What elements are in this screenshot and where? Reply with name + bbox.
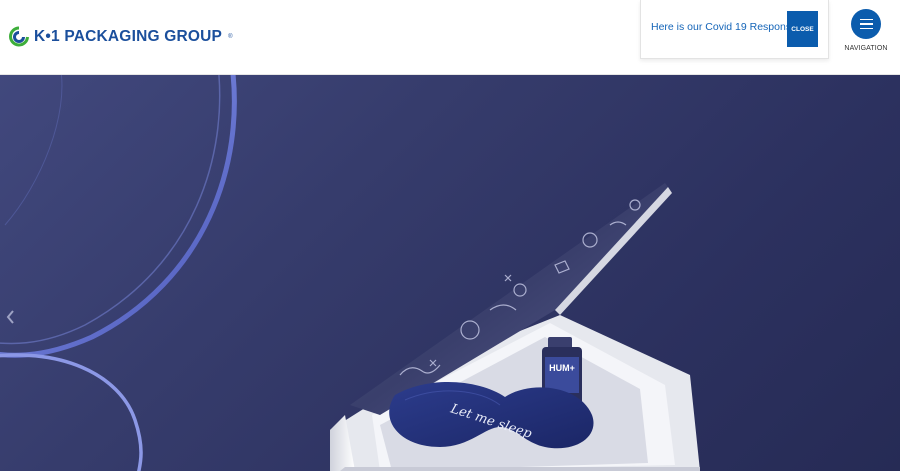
navigation-label: NAVIGATION: [844, 45, 888, 52]
hamburger-bar: [859, 27, 873, 30]
covid-notice-banner: Here is our Covid 19 Response CLOSE: [640, 0, 829, 59]
navigation-toggle[interactable]: NAVIGATION: [840, 9, 892, 65]
logo-mark-icon: [9, 26, 29, 47]
bottle-label: HUM+: [549, 363, 575, 373]
chevron-left-icon[interactable]: [6, 310, 15, 324]
site-header: K•1 PACKAGING GROUP ® Here is our Covid …: [0, 0, 900, 75]
brand-name: K•1 PACKAGING GROUP: [34, 28, 223, 45]
ribbon-decoration: [0, 75, 221, 345]
ribbon-decoration: [4, 75, 63, 226]
carousel-prev-button[interactable]: [3, 307, 17, 327]
hamburger-bar: [859, 18, 873, 21]
close-button[interactable]: CLOSE: [787, 11, 818, 47]
registered-mark: ®: [228, 34, 233, 40]
box-front-edge: [340, 467, 700, 471]
hamburger-menu-icon[interactable]: [851, 9, 881, 39]
hero-slider: HUM+ Let me sleep: [0, 75, 900, 471]
ribbon-decoration: [0, 353, 143, 471]
brand-logo[interactable]: K•1 PACKAGING GROUP ®: [9, 24, 233, 50]
hero-product-image: HUM+ Let me sleep: [0, 75, 700, 471]
ribbon-decoration: [0, 75, 237, 358]
covid-response-link[interactable]: Here is our Covid 19 Response: [651, 21, 797, 33]
hamburger-bar: [859, 23, 873, 25]
